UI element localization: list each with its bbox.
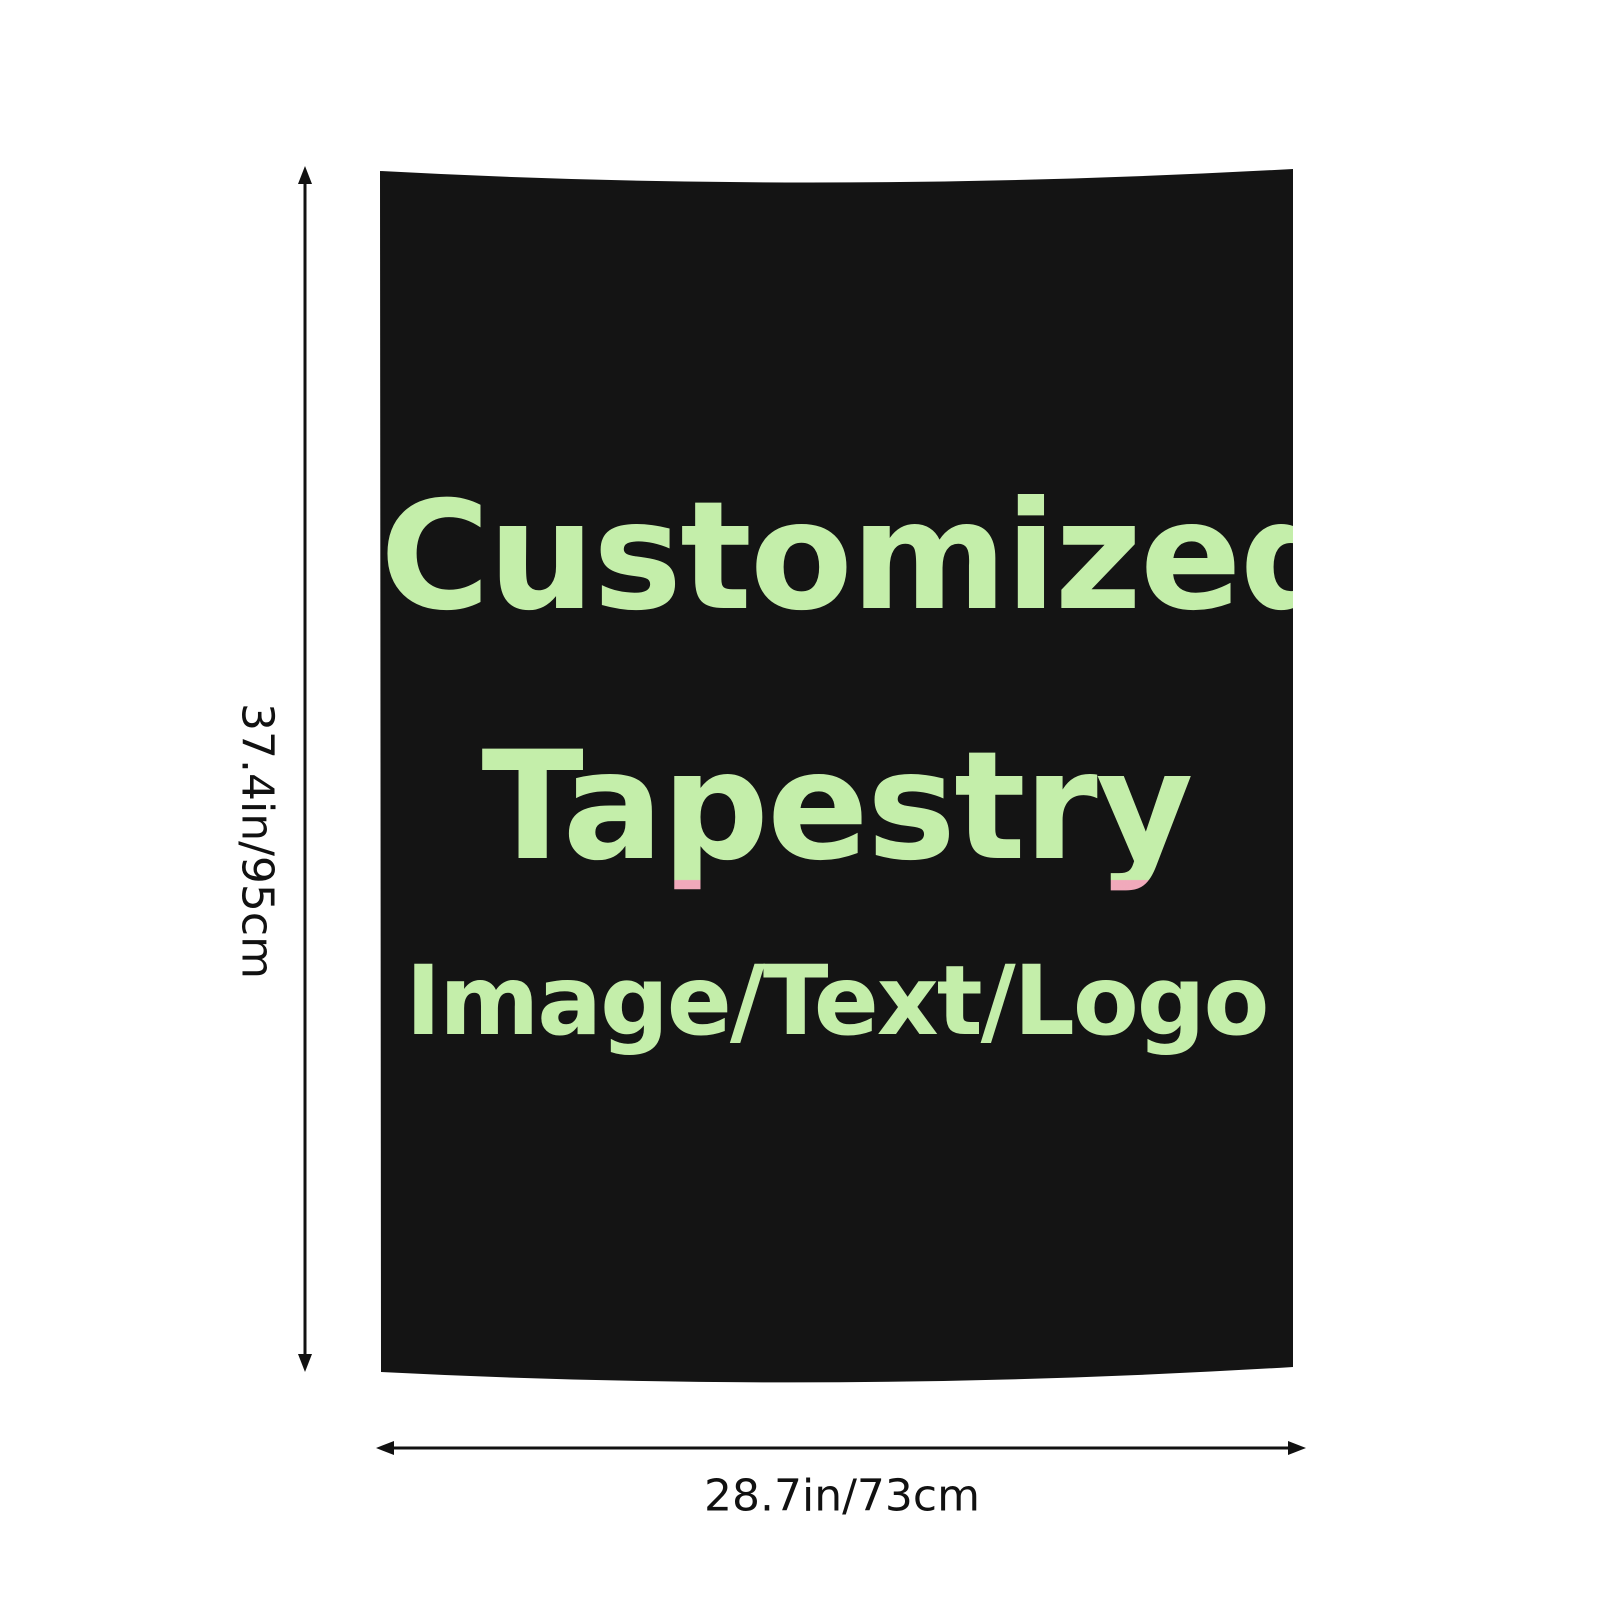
width-dimension-label: 28.7in/73cm <box>704 1470 980 1522</box>
tapestry-title-line: Customized <box>380 470 1347 644</box>
height-dimension-label: 37.4in/95cm <box>231 703 283 979</box>
tapestry-caption-line: Image/Text/Logo <box>405 945 1270 1057</box>
tapestry-subtitle-line: Tapestry <box>380 720 1293 894</box>
height-arrow <box>298 166 312 1372</box>
width-arrow <box>376 1441 1306 1455</box>
